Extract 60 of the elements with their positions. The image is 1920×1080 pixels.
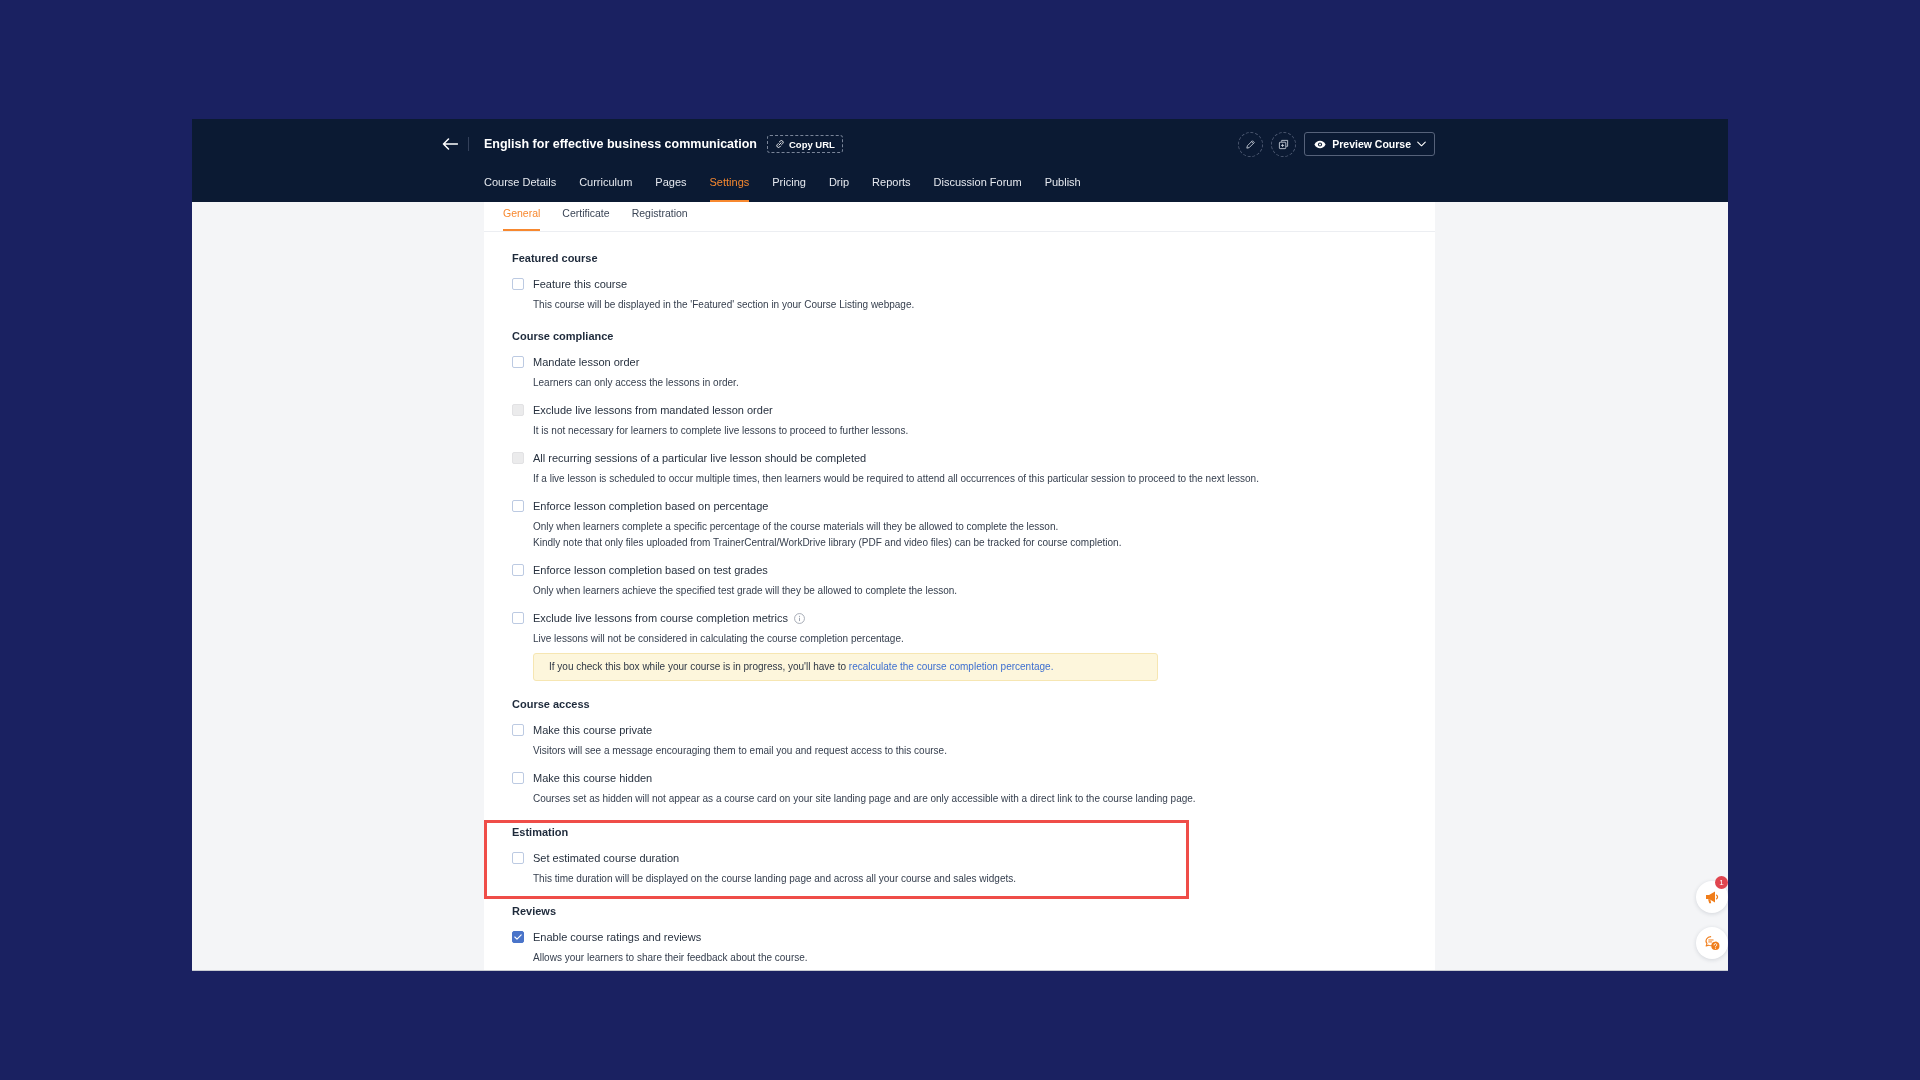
chevron-down-icon (1417, 141, 1426, 147)
option-description: Kindly note that only files uploaded from TrainerCentral/WorkDrive library (PDF and video files) can be tracked for course completion. (532, 536, 1123, 550)
copy-icon (1278, 138, 1290, 150)
back-arrow-icon[interactable] (442, 138, 458, 150)
option-label[interactable]: Mandate lesson order (533, 353, 640, 371)
option-description: This course will be displayed in the 'Featured' section in your Course Listing webpage. (532, 298, 916, 312)
help-chat-icon (1704, 935, 1720, 951)
copy-url-button[interactable]: Copy URL (767, 135, 843, 153)
option-label[interactable]: Enforce lesson completion based on test grades (533, 561, 768, 579)
checkmark-icon (514, 934, 522, 940)
checkbox[interactable] (512, 500, 524, 512)
checkbox[interactable] (512, 278, 524, 290)
nav-tab[interactable]: Pricing (772, 169, 806, 202)
preview-course-button[interactable]: Preview Course (1304, 132, 1435, 156)
course-title: English for effective business communication (484, 136, 757, 153)
recalculate-link[interactable]: recalculate the course completion percentage. (848, 661, 1054, 672)
nav-tab[interactable]: Curriculum (579, 169, 633, 202)
megaphone-icon (1704, 889, 1720, 905)
sub-tab[interactable]: Registration (631, 202, 688, 231)
option-description: It is not necessary for learners to complete live lessons to proceed to further lessons. (532, 424, 910, 438)
nav-tab[interactable]: Reports (872, 169, 911, 202)
checkbox[interactable] (512, 612, 524, 624)
nav-tab[interactable]: Drip (828, 169, 850, 202)
checkbox[interactable] (512, 356, 524, 368)
section-heading: Course compliance (512, 329, 615, 344)
nav-tab[interactable]: Publish (1044, 169, 1081, 202)
option-label[interactable]: Enable course ratings and reviews (533, 928, 702, 946)
sub-tab[interactable]: Certificate (562, 202, 610, 231)
option-label[interactable]: Exclude live lessons from course completion metrics (533, 609, 788, 627)
option-label[interactable]: Enforce lesson completion based on percentage (533, 497, 769, 515)
section-heading: Course access (512, 697, 591, 712)
checkbox[interactable] (512, 724, 524, 736)
option-description: Visitors will see a message encouraging them to email you and request access to this course. (532, 744, 948, 758)
option-label[interactable]: Feature this course (533, 275, 628, 293)
option-description: Learners can only access the lessons in order. (532, 376, 740, 390)
checkbox[interactable] (512, 772, 524, 784)
nav-tab[interactable]: Course Details (484, 169, 557, 202)
section-heading: Estimation (512, 825, 570, 840)
checkbox[interactable] (512, 852, 524, 864)
nav-tab[interactable]: Discussion Forum (933, 169, 1022, 202)
option-description: Only when learners achieve the specified test grade will they be allowed to complete the lesson. (532, 584, 959, 598)
eye-icon (1314, 139, 1327, 149)
info-icon[interactable] (793, 612, 805, 624)
option-description: Only when learners complete a specific percentage of the course materials will they be allowed to complete the lesson. (532, 520, 1060, 534)
checkbox[interactable] (512, 564, 524, 576)
section-heading: Featured course (512, 251, 599, 266)
option-description: If a live lesson is scheduled to occur multiple times, then learners would be required to attend all occurrences of this particular session to proceed to the next lesson. (532, 472, 1260, 486)
option-description: Courses set as hidden will not appear as a course card on your site landing page and are only accessible with a direct link to the course landing page. (532, 792, 1197, 806)
option-label[interactable]: Make this course hidden (533, 769, 653, 787)
checkbox[interactable] (512, 931, 524, 943)
notice-text: If you check this box while your course is in progress, you'll have to recalculate the course completion percentage. (549, 660, 1054, 674)
option-label[interactable]: Make this course private (533, 721, 653, 739)
option-description: Live lessons will not be considered in calculating the course completion percentage. (532, 632, 905, 646)
option-description: This time duration will be displayed on the course landing page and across all your course and sales widgets. (532, 872, 1018, 886)
option-description: Allows your learners to share their feedback about the course. (532, 951, 809, 965)
nav-tab[interactable]: Pages (655, 169, 687, 202)
pencil-icon (1245, 138, 1257, 150)
option-label[interactable]: Set estimated course duration (533, 849, 680, 867)
link-icon (775, 139, 785, 149)
section-heading: Reviews (512, 904, 558, 919)
